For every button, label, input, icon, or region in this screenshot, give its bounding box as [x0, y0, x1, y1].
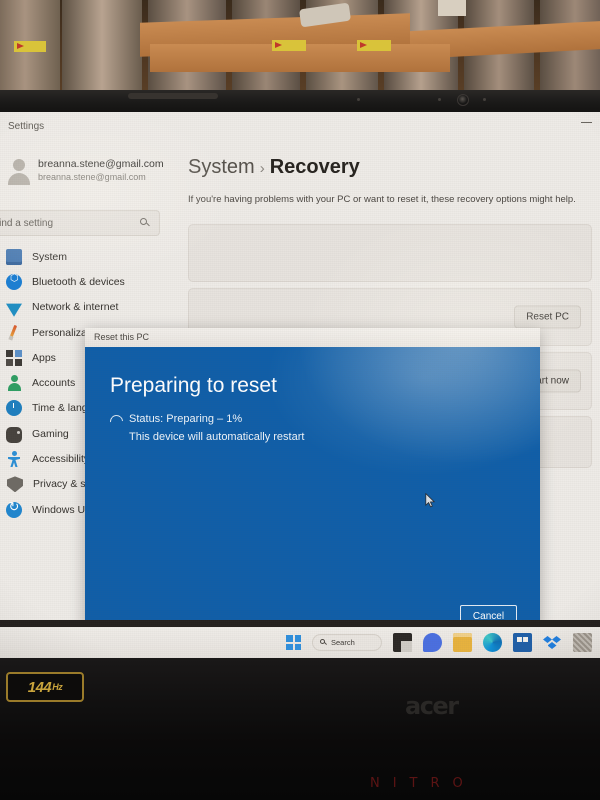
- app-icon[interactable]: [573, 633, 592, 652]
- settings-titlebar: Settings: [0, 112, 600, 144]
- file-explorer-icon[interactable]: [453, 633, 472, 652]
- account-summary[interactable]: breanna.stene@gmail.com breanna.stene@gm…: [0, 152, 180, 196]
- reset-this-pc-dialog: Reset this PC Preparing to reset Status:…: [85, 328, 540, 629]
- sidebar-item-system[interactable]: System: [0, 244, 180, 269]
- avatar: [6, 159, 32, 185]
- accessibility-icon: [6, 451, 22, 467]
- dropbox-icon[interactable]: [543, 633, 562, 652]
- breadcrumb-root[interactable]: System: [188, 156, 255, 178]
- search-input[interactable]: Find a setting: [0, 210, 160, 236]
- dialog-heading: Preparing to reset: [110, 374, 277, 397]
- wifi-icon: [6, 303, 22, 317]
- chat-icon[interactable]: [423, 633, 442, 652]
- taskbar-search-label: Search: [331, 638, 355, 647]
- monitor-icon: [6, 248, 22, 265]
- sidebar-item-label: Accessibility: [32, 453, 90, 466]
- apps-grid-icon: [6, 349, 22, 366]
- minimize-button[interactable]: [581, 122, 592, 123]
- sidebar-item-label: Gaming: [32, 427, 69, 440]
- recovery-card-1: [188, 224, 592, 282]
- chevron-right-icon: ›: [259, 160, 265, 177]
- sidebar-item-label: System: [32, 250, 68, 263]
- search-placeholder: Find a setting: [0, 218, 54, 229]
- laptop-bottom-bezel: 144 Hz acer NITRO: [0, 658, 600, 800]
- search-icon: [320, 639, 327, 646]
- sidebar-item-bluetooth-devices[interactable]: Bluetooth & devices: [0, 269, 180, 294]
- account-name: breanna.stene@gmail.com: [38, 158, 164, 170]
- dialog-title: Reset this PC: [94, 332, 150, 342]
- window-bottom-edge: [0, 620, 600, 627]
- background-warehouse-scene: [0, 0, 600, 96]
- edge-icon[interactable]: [483, 633, 502, 652]
- laptop-screen: Settings breanna.stene@gmail.com breanna…: [0, 112, 600, 658]
- search-icon: [140, 218, 150, 227]
- task-view-icon[interactable]: [393, 633, 412, 652]
- refresh-rate-value: 144: [27, 678, 52, 696]
- person-icon: [6, 375, 22, 392]
- dialog-titlebar: Reset this PC: [85, 328, 540, 347]
- page-title: Recovery: [269, 156, 360, 178]
- dialog-body: Preparing to reset Status: Preparing – 1…: [85, 347, 540, 629]
- windows-start-icon[interactable]: [286, 635, 301, 650]
- acer-brand-logo: acer: [405, 692, 459, 720]
- sidebar-item-label: Network & internet: [32, 301, 119, 314]
- laptop-top-bezel: [0, 90, 600, 112]
- refresh-rate-unit: Hz: [52, 682, 63, 692]
- microsoft-store-icon[interactable]: [513, 633, 532, 652]
- settings-window: Settings breanna.stene@gmail.com breanna…: [0, 112, 600, 629]
- photo-of-laptop-screen: Settings breanna.stene@gmail.com breanna…: [0, 0, 600, 800]
- webcam-icon: [457, 94, 469, 106]
- update-refresh-icon: [6, 499, 22, 518]
- bluetooth-icon: [6, 273, 22, 290]
- paintbrush-icon: [6, 325, 22, 341]
- mouse-cursor: [425, 493, 436, 508]
- sidebar-item-label: Apps: [32, 351, 56, 364]
- shield-icon: [7, 476, 23, 493]
- reset-pc-button[interactable]: Reset PC: [514, 305, 581, 329]
- account-email: breanna.stene@gmail.com: [38, 172, 146, 182]
- sidebar-item-label: Bluetooth & devices: [32, 275, 125, 288]
- dialog-note-text: This device will automatically restart: [129, 431, 305, 443]
- taskbar-items: Search: [286, 627, 600, 658]
- window-title: Settings: [8, 121, 45, 132]
- dialog-status-text: Status: Preparing – 1%: [129, 413, 243, 425]
- taskbar-search-box[interactable]: Search: [312, 634, 382, 651]
- refresh-rate-badge: 144 Hz: [6, 672, 84, 702]
- taskbar: Search: [0, 627, 600, 658]
- sidebar-item-network-internet[interactable]: Network & internet: [0, 295, 180, 320]
- page-subtitle: If you're having problems with your PC o…: [188, 194, 576, 205]
- bezel-notch: [128, 93, 218, 99]
- nitro-brand-logo: NITRO: [370, 776, 476, 791]
- sidebar-item-label: Accounts: [32, 377, 76, 390]
- breadcrumb: System › Recovery: [188, 156, 360, 179]
- loading-spinner-icon: [107, 412, 126, 431]
- gamepad-icon: [6, 427, 22, 444]
- clock-icon: [6, 400, 22, 417]
